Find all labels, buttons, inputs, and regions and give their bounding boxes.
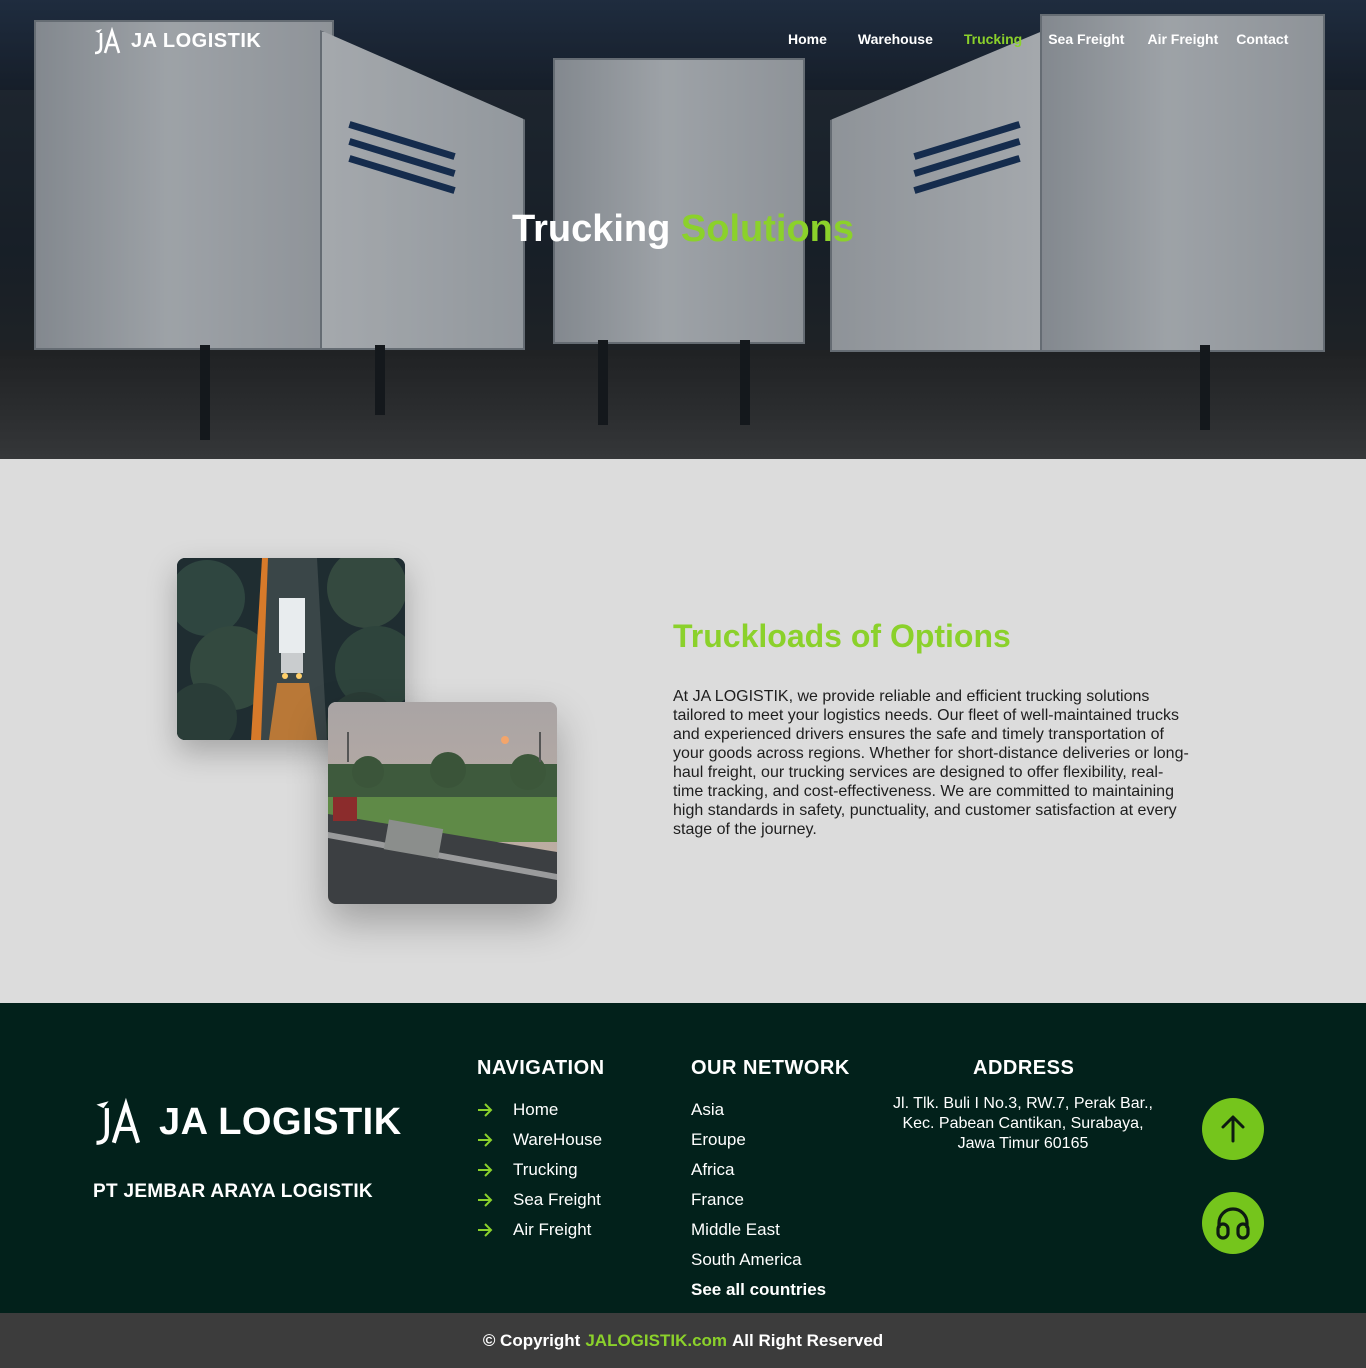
see-all-countries-link[interactable]: See all countries xyxy=(691,1275,826,1305)
nav-trucking[interactable]: Trucking xyxy=(964,31,1022,47)
footer: JA LOGISTIK PT JEMBAR ARAYA LOGISTIK NAV… xyxy=(0,1003,1366,1313)
brand-name: JA LOGISTIK xyxy=(131,29,262,52)
nav-home[interactable]: Home xyxy=(788,31,827,47)
arrow-right-icon xyxy=(478,1133,493,1147)
footer-nav-item[interactable]: WareHouse xyxy=(477,1125,602,1155)
footer-nav-item[interactable]: Sea Freight xyxy=(477,1185,602,1215)
footer-nav-label: Sea Freight xyxy=(513,1190,601,1209)
network-item[interactable]: Middle East xyxy=(691,1215,826,1245)
footer-nav-item[interactable]: Air Freight xyxy=(477,1215,602,1245)
nav-contact[interactable]: Contact xyxy=(1236,31,1288,47)
footer-nav-label: WareHouse xyxy=(513,1130,603,1149)
arrow-right-icon xyxy=(478,1223,493,1237)
footer-nav-item[interactable]: Home xyxy=(477,1095,602,1125)
address-text: Jl. Tlk. Buli I No.3, RW.7, Perak Bar., … xyxy=(893,1095,1153,1152)
header-logo[interactable]: JA LOGISTIK xyxy=(93,27,261,55)
footer-nav-label: Home xyxy=(513,1100,559,1119)
footer-nav-item[interactable]: Trucking xyxy=(477,1155,602,1185)
network-item[interactable]: Eroupe xyxy=(691,1125,826,1155)
network-list: Asia Eroupe Africa France Middle East So… xyxy=(691,1095,826,1305)
footer-nav-label: Air Freight xyxy=(513,1220,592,1239)
page-title-part2: Solutions xyxy=(680,208,855,250)
nav-sea-freight[interactable]: Sea Freight xyxy=(1048,31,1124,47)
scroll-to-top-button[interactable] xyxy=(1202,1098,1264,1160)
arrow-up-icon xyxy=(1221,1115,1245,1143)
copyright-site-link[interactable]: JALOGISTIK.com xyxy=(585,1331,727,1351)
network-item[interactable]: Asia xyxy=(691,1095,826,1125)
top-navigation: Home Warehouse Trucking Sea Freight Air … xyxy=(770,31,1288,47)
copyright-prefix: © Copyright xyxy=(482,1330,581,1350)
hero-banner: JA LOGISTIK Home Warehouse Trucking Sea … xyxy=(0,0,1366,459)
network-item[interactable]: Africa xyxy=(691,1155,826,1185)
footer-logo[interactable]: JA LOGISTIK xyxy=(93,1097,402,1147)
network-heading: OUR NETWORK xyxy=(691,1057,850,1079)
logo-mark-icon xyxy=(96,1097,141,1145)
arrow-right-icon xyxy=(478,1103,493,1117)
network-item[interactable]: South America xyxy=(691,1245,826,1275)
copyright-suffix: All Right Reserved xyxy=(732,1330,884,1350)
nav-air-freight[interactable]: Air Freight xyxy=(1147,31,1218,47)
page-title-part1: Trucking xyxy=(511,208,671,250)
footer-navigation-list: Home WareHouse Trucking Sea Freight Air … xyxy=(477,1095,602,1245)
logo-mark-icon xyxy=(94,27,121,55)
arrow-right-icon xyxy=(478,1163,493,1177)
company-name: PT JEMBAR ARAYA LOGISTIK xyxy=(93,1181,373,1202)
footer-brand-name: JA LOGISTIK xyxy=(159,1100,402,1143)
network-item[interactable]: France xyxy=(691,1185,826,1215)
arrow-right-icon xyxy=(478,1193,493,1207)
copyright-bar: © Copyright JALOGISTIK.com All Right Res… xyxy=(0,1313,1366,1368)
navigation-heading: NAVIGATION xyxy=(477,1057,605,1079)
section-description: At JA LOGISTIK, we provide reliable and … xyxy=(673,688,1189,838)
footer-nav-label: Trucking xyxy=(513,1160,578,1179)
highway-trucks-photo xyxy=(328,702,557,904)
section-title: Truckloads of Options xyxy=(673,618,1011,654)
nav-warehouse[interactable]: Warehouse xyxy=(858,31,933,47)
support-button[interactable] xyxy=(1202,1192,1264,1254)
headset-icon xyxy=(1216,1207,1250,1240)
page-title: Trucking Solutions xyxy=(0,208,1366,251)
address-heading: ADDRESS xyxy=(973,1057,1075,1079)
